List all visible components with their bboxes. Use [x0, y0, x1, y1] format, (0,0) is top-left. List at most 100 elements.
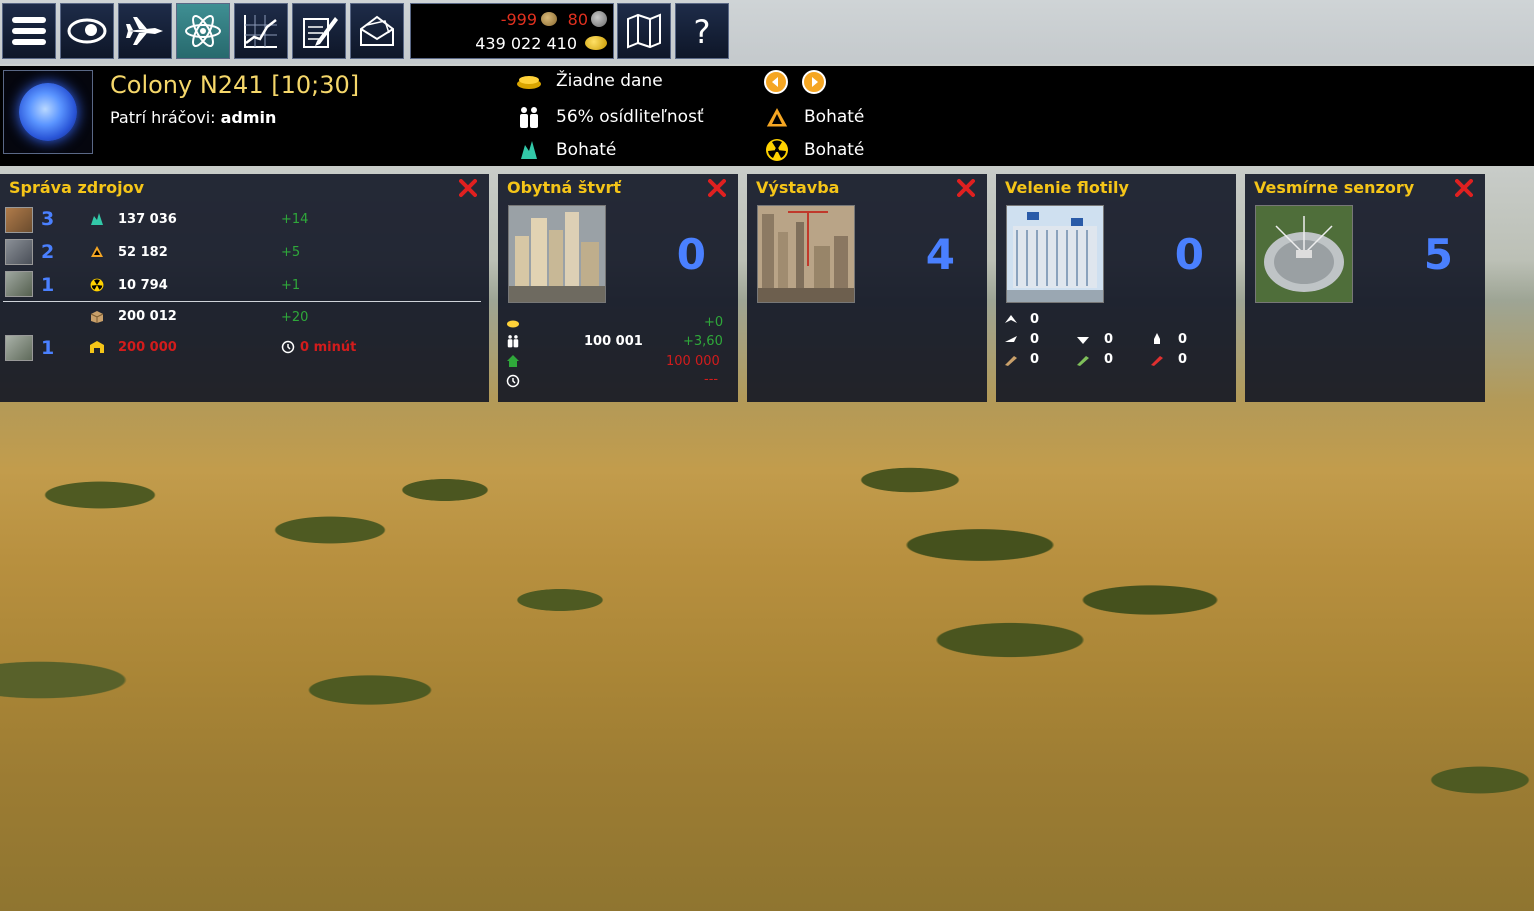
- crystals-info: Bohaté: [516, 139, 616, 161]
- people-icon: [516, 106, 542, 128]
- fleet-count-5: 0: [1030, 352, 1040, 367]
- radiation-info: Bohaté: [764, 139, 864, 161]
- gold-coins-icon: [585, 36, 607, 50]
- construction-thumbnail[interactable]: [757, 205, 855, 303]
- warehouse-thumb[interactable]: [5, 335, 33, 361]
- fleet-button[interactable]: [118, 3, 172, 59]
- crystal-icon: [516, 139, 542, 161]
- atom-icon: [185, 14, 221, 48]
- fleet-thumbnail[interactable]: [1006, 205, 1104, 303]
- fleet-count-6: 0: [1104, 352, 1114, 367]
- owner-name[interactable]: admin: [221, 108, 277, 127]
- housing-population: 100 001: [584, 334, 643, 349]
- warehouse-capacity: 200 000: [118, 340, 177, 355]
- close-icon[interactable]: [708, 179, 726, 197]
- warehouse-level: 1: [41, 337, 55, 359]
- arrow-left-icon: [772, 77, 778, 87]
- missile-icon: [1151, 356, 1163, 366]
- map-button[interactable]: [617, 3, 671, 59]
- close-icon[interactable]: [1455, 179, 1473, 197]
- house-icon: [507, 355, 519, 367]
- colony-title: Colony N241 [10;30]: [110, 71, 360, 99]
- radiation-icon: [90, 278, 104, 292]
- construction-site-image: [758, 206, 854, 302]
- transport-icon: [1005, 356, 1017, 366]
- metal-coin-icon: [591, 11, 607, 27]
- gold-coins-icon: [516, 70, 542, 92]
- colony-header: Colony N241 [10;30] Patrí hráčovi: admin…: [0, 66, 1534, 166]
- warehouse-time: 0 minút: [300, 340, 357, 355]
- jet-icon: [126, 17, 163, 45]
- energy-info: Bohaté: [764, 106, 864, 128]
- pencil-notepad-icon: [303, 17, 338, 48]
- hamburger-icon: [12, 17, 46, 45]
- menu-button[interactable]: [2, 3, 56, 59]
- help-button[interactable]: ?: [675, 3, 729, 59]
- gold-coins-icon: [507, 320, 519, 328]
- skyscrapers-image: [509, 206, 605, 302]
- fleet-level: 0: [1174, 230, 1204, 279]
- notes-button[interactable]: [292, 3, 346, 59]
- close-icon[interactable]: [459, 179, 477, 197]
- statistics-button[interactable]: [234, 3, 288, 59]
- bomber-icon: [1077, 337, 1089, 344]
- resources-panel: Správa zdrojov 3 137 036 +14 2 52 182 +5…: [0, 174, 489, 402]
- crystal-mine-thumb[interactable]: [5, 207, 33, 233]
- headquarters-image: [1007, 206, 1103, 302]
- storage-delta: +20: [281, 310, 309, 325]
- fleet-count-1: 0: [1030, 312, 1040, 327]
- resource-level-2: 2: [41, 241, 55, 263]
- fighter-icon: [1005, 315, 1017, 323]
- colony-owner: Patrí hráčovi: admin: [110, 108, 276, 127]
- people-icon: [507, 335, 519, 348]
- sensors-panel: Vesmírne senzory 5: [1245, 174, 1485, 402]
- metal-balance: 80: [567, 10, 588, 29]
- map-icon: [627, 13, 661, 49]
- previous-colony-button[interactable]: [764, 70, 788, 94]
- planet-image[interactable]: [3, 70, 93, 154]
- housing-panel: Obytná štvrť 0 +0 100 001 +3,60 100 000 …: [498, 174, 738, 402]
- close-icon[interactable]: [957, 179, 975, 197]
- housing-thumbnail[interactable]: [508, 205, 606, 303]
- tax-info: Žiadne dane: [516, 70, 663, 92]
- messages-button[interactable]: [350, 3, 404, 59]
- research-button[interactable]: [176, 3, 230, 59]
- fleet-count-7: 0: [1178, 352, 1188, 367]
- reactor-thumb[interactable]: [5, 271, 33, 297]
- warning-triangle-icon: [91, 246, 103, 257]
- energy-plant-thumb[interactable]: [5, 239, 33, 265]
- construction-panel: Výstavba 4: [747, 174, 987, 402]
- resource-counter: -999 80 439 022 410: [410, 3, 614, 59]
- sensors-panel-title[interactable]: Vesmírne senzory: [1254, 178, 1414, 197]
- owner-label: Patrí hráčovi:: [110, 108, 216, 127]
- svg-text:?: ?: [694, 13, 711, 51]
- resource-delta-1: +14: [281, 212, 309, 227]
- radio-telescope-image: [1256, 206, 1352, 302]
- storage-amount: 200 012: [118, 309, 177, 324]
- resource-level-1: 3: [41, 208, 55, 230]
- chart-icon: [244, 15, 277, 48]
- crystal-icon: [91, 213, 103, 225]
- resources-panel-title[interactable]: Správa zdrojov: [9, 178, 144, 197]
- habitability-info: 56% osídliteľnosť: [516, 106, 704, 128]
- fleet-panel-title[interactable]: Velenie flotily: [1005, 178, 1129, 197]
- crate-icon: [90, 311, 104, 323]
- envelope-icon: [360, 15, 394, 46]
- fleet-count-3: 0: [1104, 332, 1114, 347]
- housing-panel-title[interactable]: Obytná štvrť: [507, 178, 621, 197]
- fleet-command-panel: Velenie flotily 0 0 0 0 0 0 0 0: [996, 174, 1236, 402]
- resource-level-3: 1: [41, 274, 55, 296]
- energy-text: Bohaté: [804, 107, 865, 127]
- tax-text: Žiadne dane: [556, 71, 663, 91]
- construction-level: 4: [925, 230, 955, 279]
- resource-amount-2: 52 182: [118, 245, 168, 260]
- construction-panel-title[interactable]: Výstavba: [756, 178, 839, 197]
- question-icon: ?: [694, 13, 711, 51]
- ore-balance: -999: [500, 10, 537, 29]
- top-toolbar: -999 80 439 022 410 ?: [0, 0, 1534, 64]
- next-colony-button[interactable]: [802, 70, 826, 94]
- resource-amount-1: 137 036: [118, 212, 177, 227]
- sensors-thumbnail[interactable]: [1255, 205, 1353, 303]
- overview-button[interactable]: [60, 3, 114, 59]
- divider: [3, 301, 481, 302]
